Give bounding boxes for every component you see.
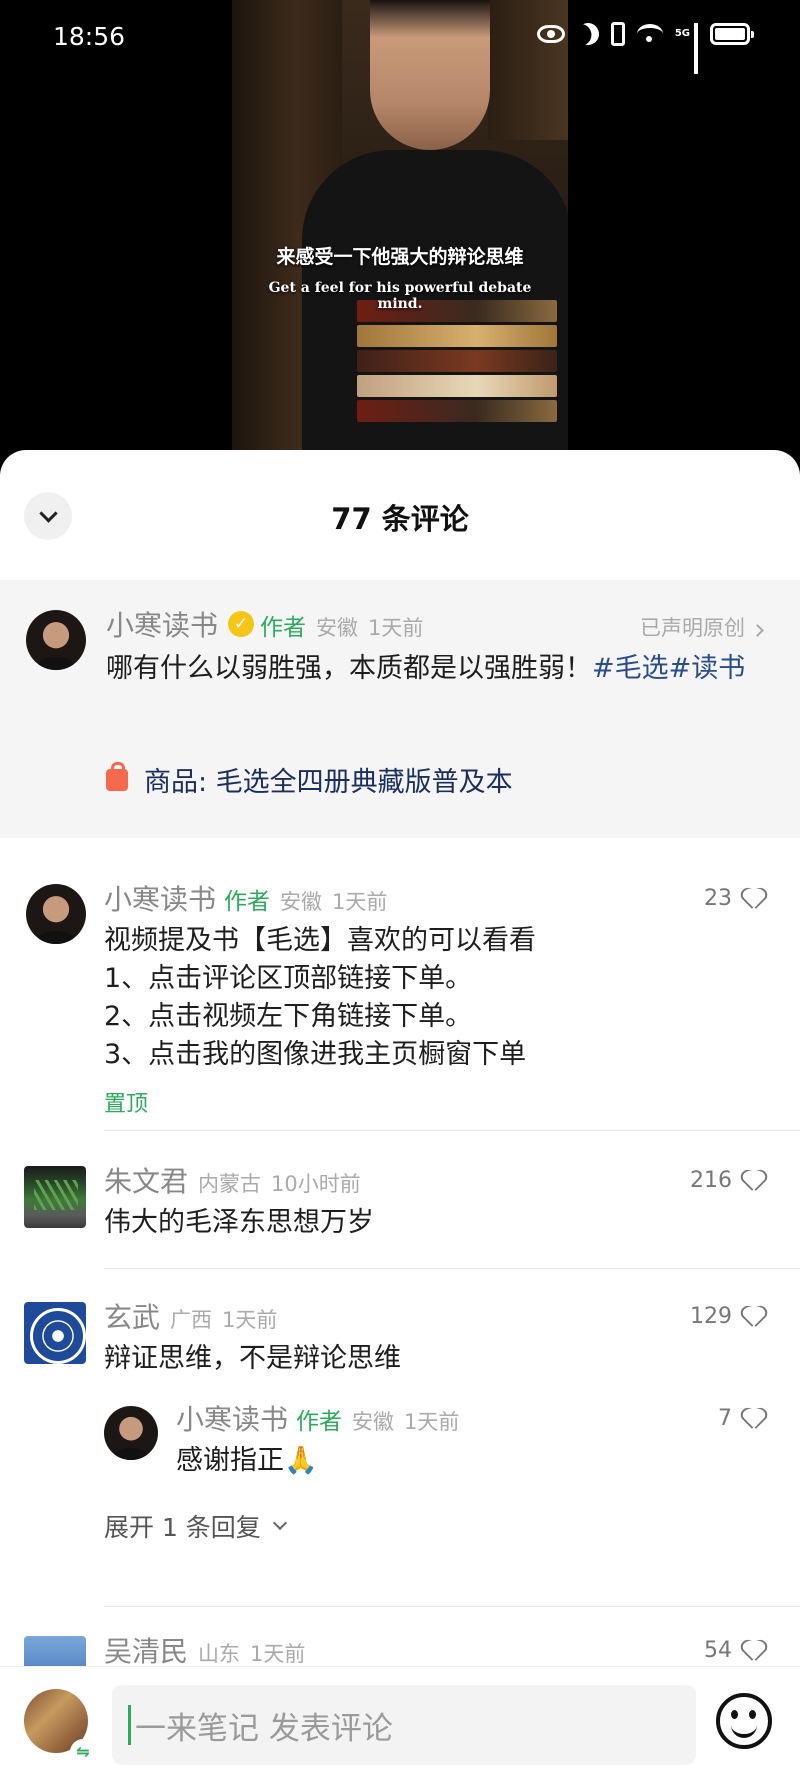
location: 山东 bbox=[198, 1642, 241, 1666]
switch-icon[interactable]: ⇋ bbox=[70, 1739, 96, 1765]
comment-line: 1、点击评论区顶部链接下单。 bbox=[104, 963, 473, 994]
text-cursor bbox=[128, 1705, 131, 1745]
pinned-tag: 置顶 bbox=[104, 1092, 149, 1117]
like-count: 54 bbox=[704, 1638, 732, 1663]
verified-icon: ✓ bbox=[228, 611, 255, 637]
reply-avatar[interactable] bbox=[104, 1406, 158, 1460]
video-subtitle-cn: 来感受一下他强大的辩论思维 bbox=[276, 246, 524, 268]
location: 安徽 bbox=[316, 616, 359, 640]
post-note[interactable]: 小寒读书 ✓ 作者 安徽 1天前 已声明原创 哪有什么以弱胜强，本质都是以强胜弱… bbox=[0, 580, 800, 838]
expand-replies-button[interactable]: 展开 1 条回复 bbox=[104, 1508, 287, 1544]
like-count: 216 bbox=[690, 1168, 732, 1193]
emoji-icon[interactable] bbox=[716, 1693, 772, 1749]
product-label: 商品: 毛选全四册典藏版普及本 bbox=[144, 767, 513, 798]
like-button[interactable]: 23 bbox=[704, 886, 764, 911]
avatar[interactable] bbox=[24, 1302, 86, 1364]
chevron-down-icon bbox=[272, 1515, 287, 1531]
like-count: 129 bbox=[690, 1304, 732, 1329]
location: 广西 bbox=[170, 1308, 213, 1332]
heart-icon bbox=[742, 1171, 764, 1191]
post-body: 哪有什么以弱胜强，本质都是以强胜弱！ bbox=[106, 653, 592, 684]
like-count: 7 bbox=[718, 1406, 732, 1431]
like-button[interactable]: 216 bbox=[690, 1168, 764, 1193]
heart-icon bbox=[742, 1409, 764, 1429]
comment-item[interactable]: 小寒读书 作者 安徽 1天前 23 视频提及书【毛选】喜欢的可以看看 1、点击评… bbox=[0, 860, 800, 1160]
reply-like-button[interactable]: 7 bbox=[718, 1406, 764, 1431]
avatar[interactable] bbox=[26, 610, 86, 670]
vibrate-icon bbox=[610, 22, 625, 46]
comment-text: 辩证思维，不是辩论思维 bbox=[104, 1343, 401, 1374]
reply-text: 感谢指正🙏 bbox=[176, 1445, 318, 1476]
network-type: 5G bbox=[674, 28, 690, 39]
author-name[interactable]: 小寒读书 bbox=[106, 604, 218, 644]
comment-line: 视频提及书【毛选】喜欢的可以看看 bbox=[104, 925, 536, 956]
comment-input[interactable]: 一来笔记 发表评论 bbox=[112, 1685, 696, 1765]
location: 安徽 bbox=[352, 1410, 395, 1434]
original-label: 已声明原创 bbox=[640, 616, 745, 640]
status-bar: 18:56 5G bbox=[0, 0, 800, 76]
author-tag: 作者 bbox=[260, 615, 307, 641]
status-time: 18:56 bbox=[53, 22, 126, 51]
timestamp: 10小时前 bbox=[271, 1172, 361, 1196]
comment-item[interactable]: 玄武 广西 1天前 129 辩证思维，不是辩论思维 小寒读书 作者 安徽 1天前… bbox=[0, 1286, 800, 1606]
comment-sheet: 77 条评论 小寒读书 ✓ 作者 安徽 1天前 已声明原创 哪有什么以弱胜强，本… bbox=[0, 450, 800, 1778]
wifi-icon bbox=[636, 24, 663, 44]
shopping-bag-icon bbox=[106, 761, 128, 791]
video-subtitle-en: Get a feel for his powerful debate mind. bbox=[268, 280, 532, 312]
expand-label: 展开 1 条回复 bbox=[104, 1513, 261, 1542]
post-text: 哪有什么以弱胜强，本质都是以强胜弱！#毛选#读书 bbox=[106, 650, 778, 687]
location: 安徽 bbox=[280, 890, 323, 914]
location: 内蒙古 bbox=[198, 1172, 262, 1196]
comment-author[interactable]: 小寒读书 bbox=[104, 878, 216, 918]
comment-text: 伟大的毛泽东思想万岁 bbox=[104, 1207, 374, 1238]
comment-line: 2、点击视频左下角链接下单。 bbox=[104, 1001, 473, 1032]
comment-author[interactable]: 朱文君 bbox=[104, 1160, 188, 1200]
moon-icon bbox=[573, 19, 603, 49]
heart-icon bbox=[742, 1307, 764, 1327]
timestamp: 1天前 bbox=[368, 616, 424, 640]
timestamp: 1天前 bbox=[250, 1642, 306, 1666]
chevron-right-icon bbox=[751, 624, 764, 637]
book-stack bbox=[357, 300, 557, 450]
avatar[interactable] bbox=[26, 884, 86, 944]
reply-author[interactable]: 小寒读书 bbox=[176, 1398, 288, 1438]
product-link[interactable]: 商品: 毛选全四册典藏版普及本 bbox=[106, 760, 513, 799]
comment-author[interactable]: 吴清民 bbox=[104, 1630, 188, 1670]
original-declared-link[interactable]: 已声明原创 bbox=[640, 612, 764, 642]
heart-icon bbox=[742, 889, 764, 909]
timestamp: 1天前 bbox=[222, 1308, 278, 1332]
author-tag: 作者 bbox=[296, 1409, 343, 1435]
divider bbox=[104, 1606, 800, 1607]
comment-input-bar: ⇋ 一来笔记 发表评论 bbox=[0, 1666, 800, 1778]
avatar[interactable] bbox=[24, 1166, 86, 1228]
divider bbox=[104, 1268, 800, 1269]
input-placeholder: 一来笔记 发表评论 bbox=[135, 1710, 393, 1747]
comment-author[interactable]: 玄武 bbox=[104, 1296, 160, 1336]
heart-icon bbox=[742, 1641, 764, 1661]
sheet-header: 77 条评论 bbox=[0, 450, 800, 578]
divider bbox=[104, 1130, 800, 1131]
comment-line: 3、点击我的图像进我主页橱窗下单 bbox=[104, 1039, 527, 1070]
comment-count-title: 77 条评论 bbox=[331, 502, 469, 536]
like-count: 23 bbox=[704, 886, 732, 911]
battery-icon bbox=[710, 23, 754, 45]
like-button[interactable]: 54 bbox=[704, 1638, 764, 1663]
signal-icon bbox=[694, 23, 698, 74]
timestamp: 1天前 bbox=[404, 1410, 460, 1434]
eye-icon bbox=[536, 25, 565, 43]
comment-item[interactable]: 朱文君 内蒙古 10小时前 216 伟大的毛泽东思想万岁 bbox=[0, 1150, 800, 1270]
hashtags-link[interactable]: #毛选#读书 bbox=[592, 653, 745, 684]
author-tag: 作者 bbox=[224, 889, 271, 915]
timestamp: 1天前 bbox=[332, 890, 388, 914]
like-button[interactable]: 129 bbox=[690, 1304, 764, 1329]
